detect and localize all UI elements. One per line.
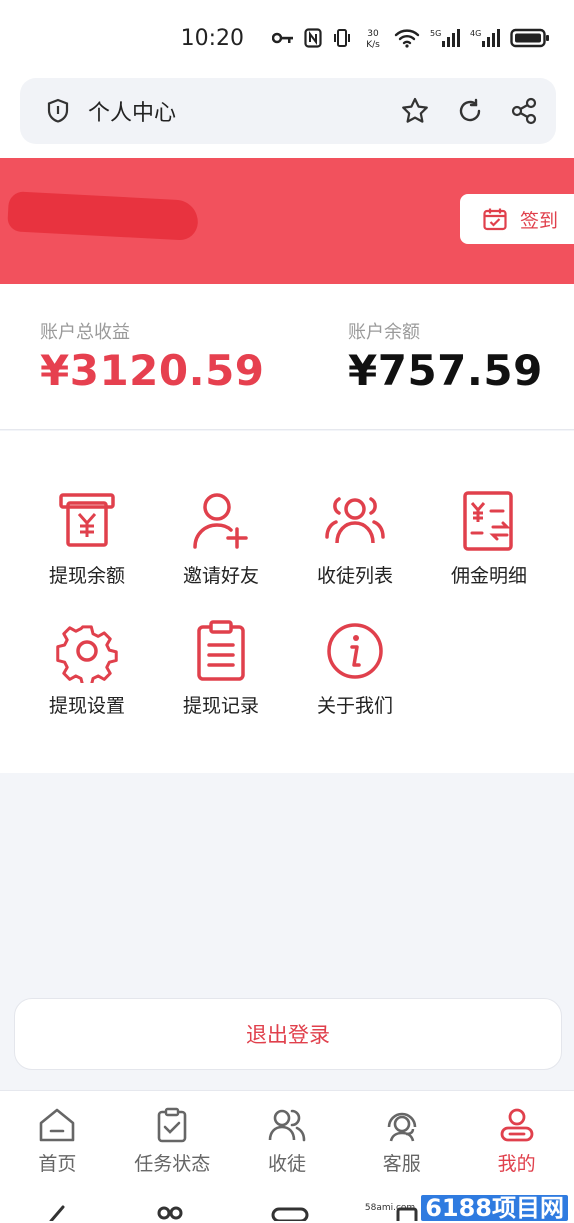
refresh-icon[interactable]	[456, 97, 484, 125]
menu-item-withdraw-records[interactable]: 提现记录	[154, 619, 288, 729]
tab-customer-service[interactable]: 客服	[344, 1091, 459, 1186]
users-icon	[268, 1109, 306, 1142]
home-nav-icon[interactable]	[270, 1205, 310, 1221]
account-balance-label: 账户余额	[348, 322, 420, 343]
system-nav-bar: 58ami.com 6188项目网	[0, 1186, 574, 1223]
status-bar: 10:20 30 K/s 5G 4G	[0, 0, 574, 76]
address-bar[interactable]: 个人中心	[20, 78, 556, 144]
page-title: 个人中心	[88, 101, 177, 126]
bottom-tab-bar: 首页 任务状态 收徒 客服 我的	[0, 1090, 574, 1186]
username-redacted	[7, 191, 199, 241]
share-icon[interactable]	[510, 97, 538, 125]
task-clipboard-icon	[157, 1107, 187, 1143]
headset-icon	[387, 1112, 417, 1142]
menu-label: 提现余额	[48, 565, 125, 587]
menu-item-withdraw-settings[interactable]: 提现设置	[20, 619, 154, 729]
menu-label: 提现设置	[48, 695, 125, 717]
home-icon	[40, 1108, 75, 1142]
watermark-sub: 58ami.com	[364, 1203, 416, 1213]
menu-label: 邀请好友	[182, 565, 259, 587]
watermark-main: 6188项目网	[421, 1195, 568, 1221]
menu-label: 关于我们	[316, 695, 393, 717]
add-user-icon	[193, 493, 248, 549]
menu-item-commission-details[interactable]: 佣金明细	[422, 489, 556, 599]
tab-mine[interactable]: 我的	[459, 1091, 574, 1186]
tab-label: 收徒	[267, 1153, 306, 1175]
svg-text:4G: 4G	[470, 29, 481, 38]
signal-5g-icon: 5G	[430, 29, 460, 47]
profile-icon	[500, 1108, 533, 1142]
status-time: 10:20	[180, 25, 244, 51]
earnings-summary: 账户总收益 ¥3120.59 账户余额 ¥757.59	[0, 284, 574, 430]
network-speed-icon: 30K/s	[366, 29, 380, 50]
logout-label: 退出登录	[246, 1023, 330, 1047]
back-icon[interactable]	[41, 1205, 71, 1221]
users-group-icon	[325, 497, 385, 544]
tab-label: 我的	[497, 1153, 536, 1175]
total-earnings-label: 账户总收益	[40, 322, 130, 343]
total-earnings-value: ¥3120.59	[40, 346, 265, 395]
watermark: 58ami.com 6188项目网	[365, 1195, 568, 1221]
vibrate-icon	[334, 29, 350, 47]
info-icon	[327, 623, 383, 679]
wifi-icon	[394, 29, 420, 48]
tab-label: 首页	[38, 1153, 77, 1175]
tab-task-status[interactable]: 任务状态	[115, 1091, 230, 1186]
tab-label: 任务状态	[134, 1153, 211, 1175]
clipboard-icon	[197, 620, 245, 681]
logout-button[interactable]: 退出登录	[14, 998, 562, 1070]
tab-home[interactable]: 首页	[0, 1091, 115, 1186]
signin-button[interactable]: 签到	[460, 194, 574, 244]
calendar-icon	[483, 208, 507, 231]
menu-item-about-us[interactable]: 关于我们	[288, 619, 422, 729]
menu-label: 收徒列表	[316, 565, 393, 587]
atm-yen-icon	[59, 493, 115, 547]
profile-header: 签到	[0, 158, 574, 284]
account-balance-value: ¥757.59	[348, 346, 543, 395]
star-icon[interactable]	[400, 96, 430, 126]
shield-icon[interactable]	[46, 98, 70, 124]
recents-icon[interactable]	[152, 1205, 188, 1221]
battery-icon	[510, 28, 549, 48]
commission-icon	[463, 491, 513, 551]
menu-label: 佣金明细	[450, 565, 527, 587]
menu-grid: 提现余额 邀请好友 收徒列表 佣金明细 提现设置 提现记录 关于我们	[0, 431, 574, 773]
tab-label: 客服	[382, 1153, 421, 1175]
account-balance: 账户余额 ¥757.59	[348, 318, 543, 395]
key-icon	[272, 32, 293, 44]
signal-4g-icon: 4G	[470, 29, 500, 47]
tab-apprentice[interactable]: 收徒	[230, 1091, 345, 1186]
address-actions	[400, 96, 538, 126]
status-icons: 30 K/s 5G 4G	[272, 26, 550, 50]
signin-label: 签到	[520, 209, 559, 232]
menu-item-invite-friends[interactable]: 邀请好友	[154, 489, 288, 599]
nfc-icon	[304, 28, 322, 48]
svg-text:30: 30	[367, 29, 379, 39]
menu-label: 提现记录	[182, 695, 259, 717]
menu-item-withdraw-balance[interactable]: 提现余额	[20, 489, 154, 599]
browser-bar: 个人中心	[0, 76, 574, 158]
menu-item-apprentice-list[interactable]: 收徒列表	[288, 489, 422, 599]
total-earnings: 账户总收益 ¥3120.59	[40, 318, 265, 395]
gear-icon	[56, 625, 118, 683]
svg-text:K/s: K/s	[366, 40, 380, 50]
svg-text:5G: 5G	[430, 29, 441, 38]
